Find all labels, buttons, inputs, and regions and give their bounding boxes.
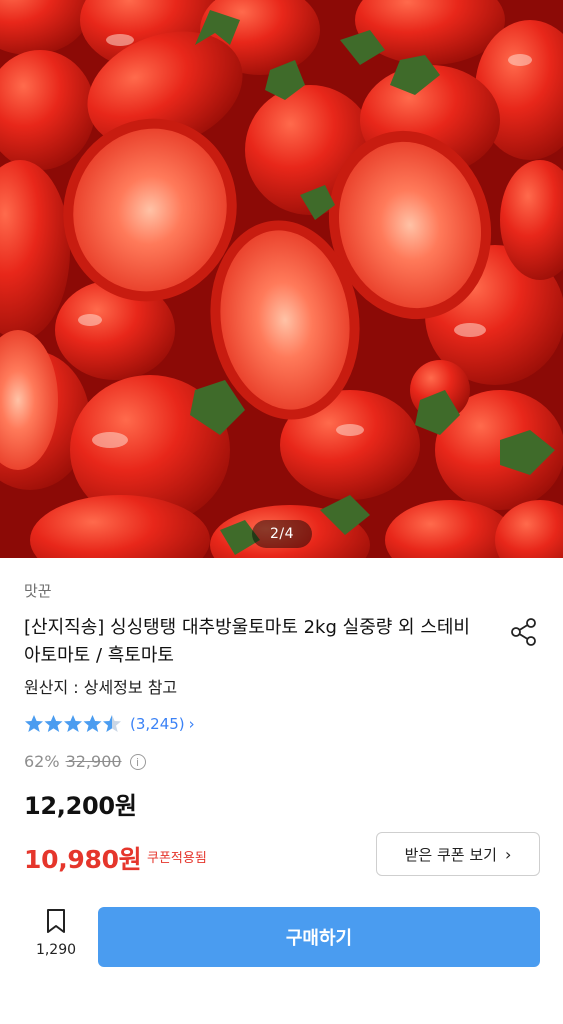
origin-info: 원산지 : 상세정보 참고 bbox=[24, 678, 178, 697]
tomatoes-photo bbox=[0, 0, 563, 558]
view-coupons-label: 받은 쿠폰 보기 bbox=[404, 845, 497, 864]
star-rating bbox=[24, 714, 124, 734]
share-button[interactable] bbox=[506, 614, 542, 650]
review-count: (3,245) bbox=[130, 715, 185, 733]
buy-button[interactable]: 구매하기 bbox=[98, 907, 540, 967]
product-image-gallery[interactable]: 2/4 bbox=[0, 0, 563, 558]
coupon-price: 10,980원 bbox=[24, 845, 142, 874]
rating-summary[interactable]: (3,245) › bbox=[24, 712, 195, 736]
discount-rate: 62% bbox=[24, 752, 60, 771]
stars-icon bbox=[25, 715, 121, 732]
view-coupons-button[interactable]: 받은 쿠폰 보기 › bbox=[376, 832, 540, 876]
share-icon bbox=[511, 618, 536, 646]
chevron-right-icon: › bbox=[504, 844, 512, 864]
original-price: 32,900 bbox=[65, 752, 122, 771]
info-icon[interactable]: i bbox=[129, 753, 146, 770]
brand-name[interactable]: 맛꾼 bbox=[24, 580, 52, 601]
discount-row: 62% 32,900 i bbox=[24, 752, 146, 771]
product-title: [산지직송] 싱싱탱탱 대추방울토마토 2kg 실중량 외 스테비아토마토 / … bbox=[24, 617, 470, 666]
gallery-page-indicator: 2/4 bbox=[252, 520, 312, 548]
wishlist-count: 1,290 bbox=[35, 942, 77, 958]
chevron-right-icon: › bbox=[188, 715, 195, 733]
sale-price: 12,200원 bbox=[24, 792, 137, 820]
coupon-applied-tag: 쿠폰적용됨 bbox=[147, 851, 207, 866]
bookmark-icon bbox=[47, 909, 65, 933]
wishlist-button[interactable]: 1,290 bbox=[30, 908, 82, 958]
